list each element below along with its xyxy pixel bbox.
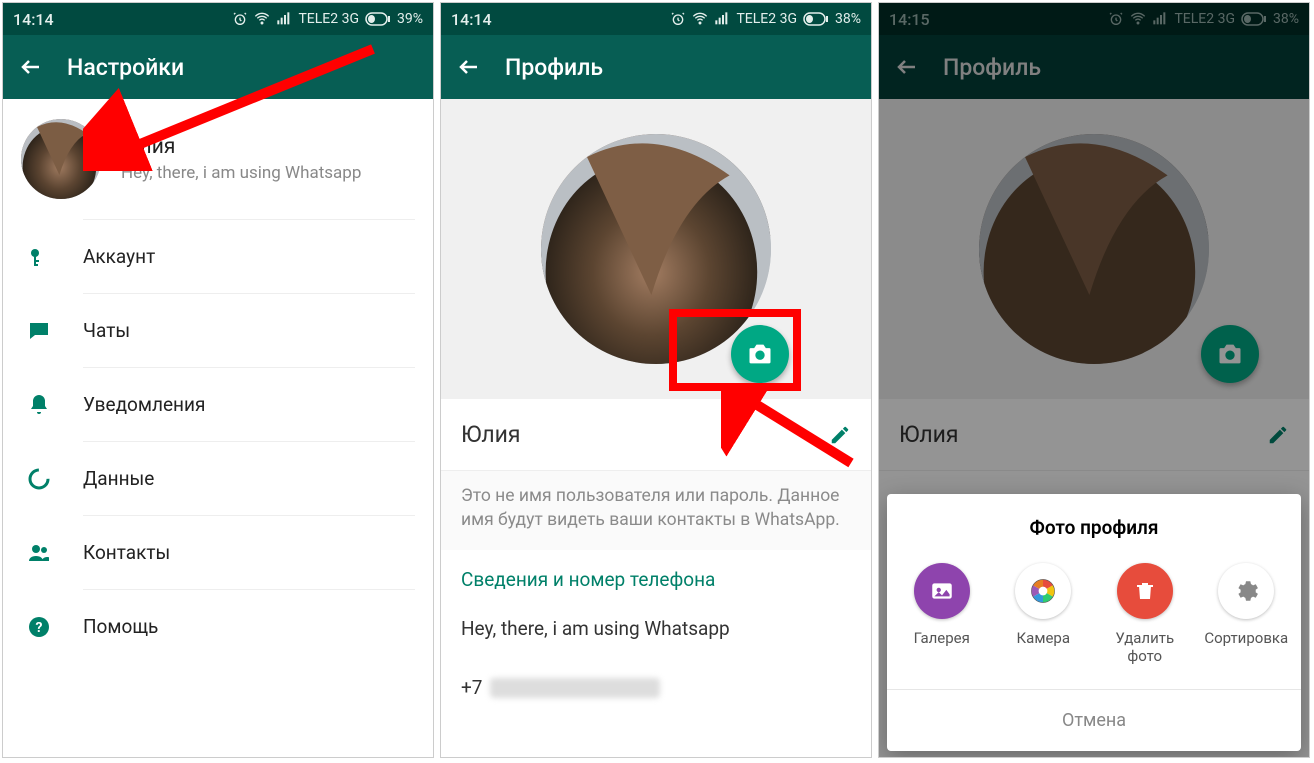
back-icon[interactable] — [19, 55, 43, 79]
alarm-icon — [232, 11, 248, 27]
item-contacts[interactable]: Контакты — [83, 515, 415, 589]
status-bar: 14:14 TELE2 3G 38% — [441, 3, 871, 35]
sheet-options: Галерея Камера Удалить фото Сортировка — [887, 547, 1301, 689]
profile-name: Юлия — [121, 135, 361, 159]
phone-masked — [490, 678, 660, 698]
option-gallery[interactable]: Галерея — [899, 563, 985, 665]
data-icon — [27, 467, 51, 491]
option-delete[interactable]: Удалить фото — [1102, 563, 1188, 665]
avatar — [21, 119, 101, 199]
app-header: Профиль — [441, 35, 871, 99]
change-photo-button[interactable] — [731, 325, 789, 383]
status-carrier: TELE2 3G — [298, 11, 359, 27]
bell-icon — [27, 393, 51, 417]
section-about-phone: Сведения и номер телефона — [441, 550, 871, 599]
gallery-icon — [914, 563, 970, 619]
screen-profile: 14:14 TELE2 3G 38% Профиль Юлия Это не и… — [440, 2, 872, 758]
status-bar: 14:14 TELE2 3G 39% — [3, 3, 433, 35]
battery-icon — [803, 12, 829, 26]
about-text[interactable]: Hey, there, i am using Whatsapp — [441, 599, 871, 658]
phone-prefix: +7 — [461, 676, 482, 699]
status-time: 14:14 — [451, 10, 492, 29]
option-sort[interactable]: Сортировка — [1203, 563, 1289, 665]
help-icon: ? — [27, 615, 51, 639]
status-battery: 38% — [835, 11, 861, 27]
camera-icon — [1015, 563, 1071, 619]
screen-profile-sheet: 14:15 TELE2 3G 38% Профиль Юлия — [878, 2, 1310, 758]
settings-list: Аккаунт Чаты Уведомления Данные Контакты… — [3, 219, 433, 663]
contacts-icon — [27, 541, 51, 565]
item-label: Уведомления — [83, 393, 205, 416]
phone-number[interactable]: +7 — [441, 658, 871, 717]
avatar-large[interactable] — [541, 134, 771, 364]
status-battery: 39% — [397, 11, 423, 27]
chat-icon — [27, 319, 51, 343]
item-label: Помощь — [83, 615, 158, 638]
profile-name: Юлия — [461, 421, 521, 448]
profile-status: Hey, there, i am using Whatsapp — [121, 163, 361, 183]
signal-icon — [714, 11, 730, 27]
photo-block — [441, 99, 871, 399]
wifi-icon — [692, 11, 708, 27]
svg-text:?: ? — [36, 620, 43, 636]
item-chats[interactable]: Чаты — [83, 293, 415, 367]
edit-icon[interactable] — [829, 424, 851, 446]
trash-icon — [1117, 563, 1173, 619]
option-label: Галерея — [899, 629, 985, 647]
header-title: Настройки — [67, 54, 184, 81]
sheet-title: Фото профиля — [887, 494, 1301, 547]
profile-meta: Юлия Hey, there, i am using Whatsapp — [121, 135, 361, 183]
wifi-icon — [254, 11, 270, 27]
option-label: Удалить фото — [1102, 629, 1188, 665]
photo-action-sheet: Фото профиля Галерея Камера Удалить фото… — [887, 494, 1301, 751]
item-label: Аккаунт — [83, 245, 155, 268]
app-header: Настройки — [3, 35, 433, 99]
signal-icon — [276, 11, 292, 27]
item-label: Данные — [83, 467, 154, 490]
status-right: TELE2 3G 39% — [232, 11, 423, 27]
option-label: Камера — [1000, 629, 1086, 647]
item-data[interactable]: Данные — [83, 441, 415, 515]
back-icon[interactable] — [457, 55, 481, 79]
item-account[interactable]: Аккаунт — [83, 219, 415, 293]
item-label: Чаты — [83, 319, 130, 342]
header-title: Профиль — [505, 54, 603, 81]
sheet-cancel[interactable]: Отмена — [887, 689, 1301, 751]
item-label: Контакты — [83, 541, 170, 564]
status-right: TELE2 3G 38% — [670, 11, 861, 27]
alarm-icon — [670, 11, 686, 27]
battery-icon — [365, 12, 391, 26]
name-hint: Это не имя пользователя или пароль. Данн… — [441, 471, 871, 550]
gear-icon — [1218, 563, 1274, 619]
key-icon — [27, 245, 51, 269]
option-label: Сортировка — [1203, 629, 1289, 647]
item-help[interactable]: ? Помощь — [83, 589, 415, 663]
profile-row[interactable]: Юлия Hey, there, i am using Whatsapp — [3, 99, 433, 219]
name-row[interactable]: Юлия — [441, 399, 871, 471]
option-camera[interactable]: Камера — [1000, 563, 1086, 665]
screen-settings: 14:14 TELE2 3G 39% Настройки Юлия Hey, t… — [2, 2, 434, 758]
status-carrier: TELE2 3G — [736, 11, 797, 27]
item-notifications[interactable]: Уведомления — [83, 367, 415, 441]
status-time: 14:14 — [13, 10, 54, 29]
